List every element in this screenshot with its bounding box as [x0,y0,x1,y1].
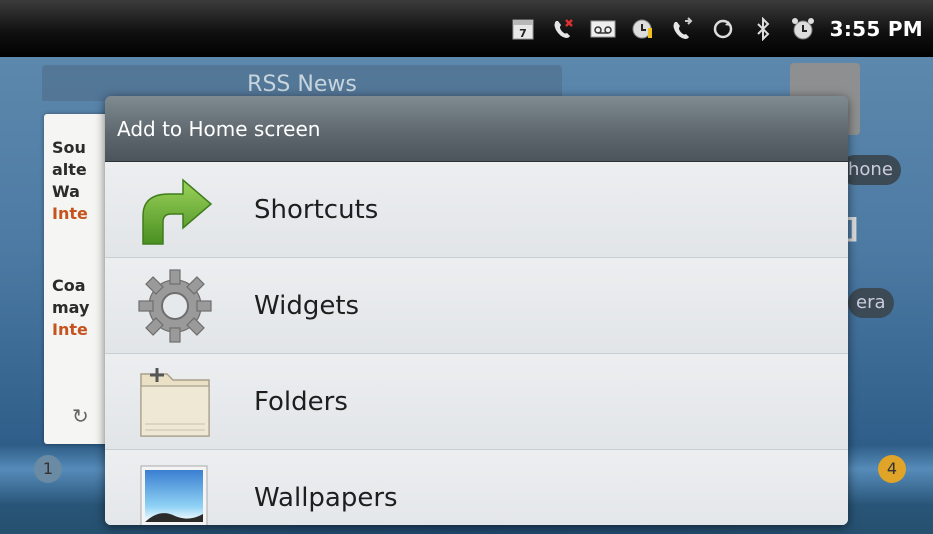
alarm-clock-icon [790,16,816,42]
add-to-home-dialog: Add to Home screen Shortcuts Widgets Fol… [105,96,848,525]
alarm-alert-icon [630,16,656,42]
rss-item-text: Sou [52,138,86,157]
rss-item-text: Coa [52,276,86,295]
option-widgets[interactable]: Widgets [105,258,848,354]
option-shortcuts[interactable]: Shortcuts [105,162,848,258]
page-indicator-right[interactable]: 4 [878,455,906,483]
option-label: Folders [254,386,348,417]
status-time: 3:55 PM [829,16,923,41]
dialog-title: Add to Home screen [105,96,848,162]
option-folders[interactable]: Folders [105,354,848,450]
calendar-icon: 7 [510,16,536,42]
wallpaper-icon [130,458,220,525]
option-label: Wallpapers [254,482,398,513]
call-forward-icon [670,16,696,42]
gear-icon [130,266,220,346]
bluetooth-icon [750,16,776,42]
camera-shortcut-label[interactable]: era [848,288,894,318]
voicemail-icon [590,16,616,42]
sync-icon [710,16,736,42]
calendar-day: 7 [519,27,527,40]
dialog-option-list: Shortcuts Widgets Folders Wallpapers [105,162,848,525]
rss-item-text: may [52,298,90,317]
option-label: Widgets [254,290,360,321]
page-indicator-left[interactable]: 1 [34,455,62,483]
missed-call-icon [550,16,576,42]
shortcut-arrow-icon [130,170,220,250]
option-label: Shortcuts [254,194,379,225]
folder-icon [130,362,220,442]
rss-item-source: Inte [52,204,88,223]
rss-item-text: alte [52,160,87,179]
option-wallpapers[interactable]: Wallpapers [105,450,848,525]
phone-shortcut-label[interactable]: hone [840,155,901,185]
rss-item-source: Inte [52,320,88,339]
status-bar: 7 3:55 PM [0,0,933,57]
rss-item-text: Wa [52,182,80,201]
refresh-icon[interactable]: ↻ [72,404,89,428]
